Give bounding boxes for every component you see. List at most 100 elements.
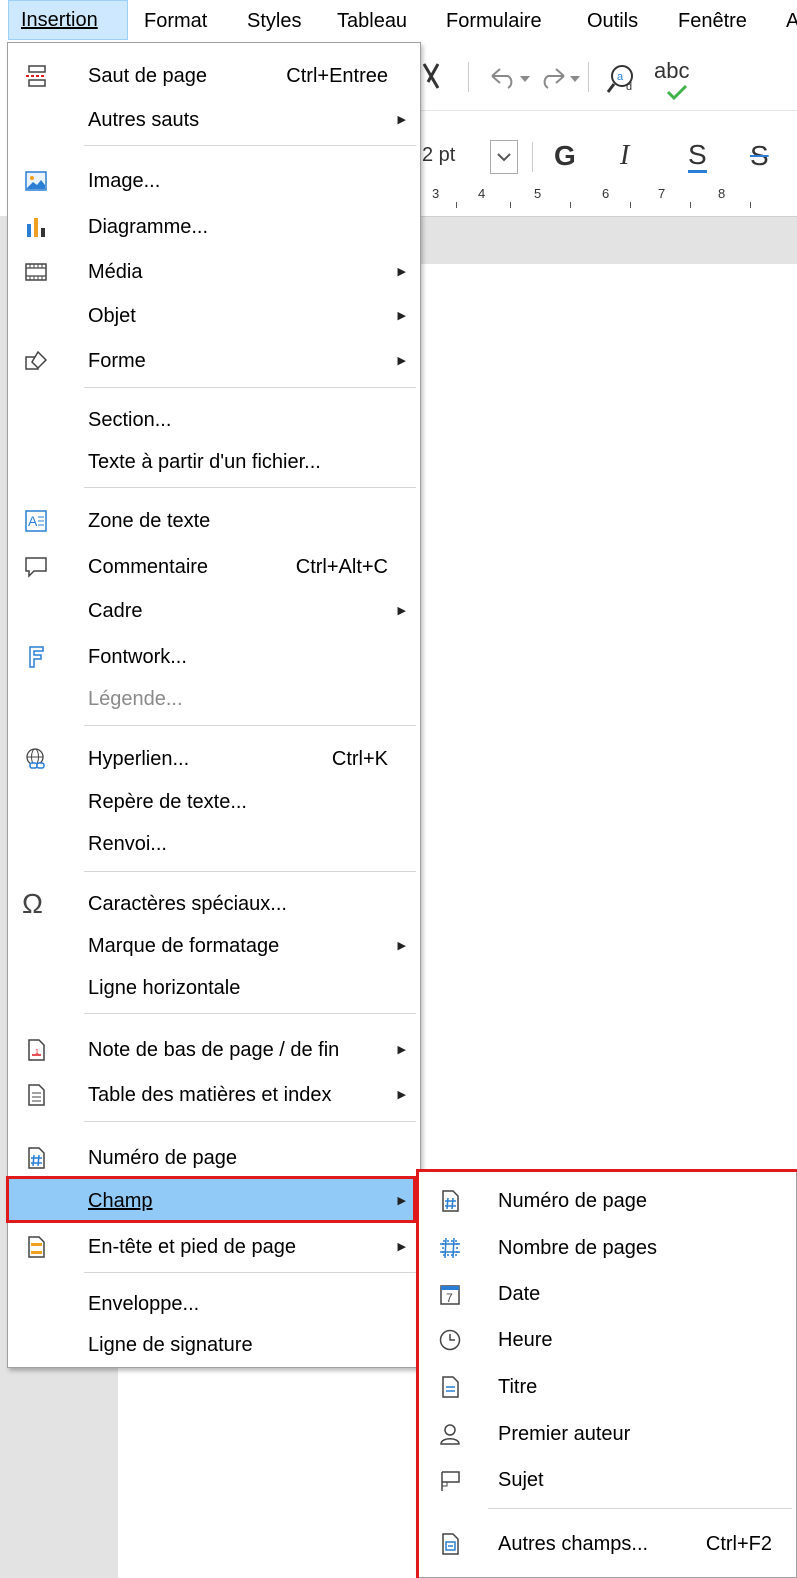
menu-item-label: Texte à partir d'un fichier...	[88, 451, 321, 473]
chevron-down-icon	[497, 153, 511, 162]
submenu-arrow-icon: ▶	[397, 1089, 406, 1101]
menu-item-texte-fichier[interactable]: Texte à partir d'un fichier...	[8, 440, 420, 484]
menu-item-objet[interactable]: Objet ▶	[8, 294, 420, 338]
menu-item-table-des-matieres[interactable]: Table des matières et index ▶	[8, 1073, 420, 1117]
menu-fenetre[interactable]: Fenêtre	[678, 7, 747, 35]
menu-item-zone-de-texte[interactable]: A Zone de texte	[8, 499, 420, 543]
menu-item-label: Nombre de pages	[498, 1237, 657, 1259]
ruler-tick	[570, 202, 571, 208]
menu-item-marque-de-formatage[interactable]: Marque de formatage ▶	[8, 924, 420, 968]
menu-aide[interactable]: A	[786, 7, 797, 35]
menu-item-label: Champ	[88, 1179, 152, 1223]
clone-formatting-icon[interactable]	[420, 60, 442, 92]
menu-item-label: Autres sauts	[88, 109, 200, 131]
menu-item-commentaire[interactable]: Commentaire Ctrl+Alt+C	[8, 545, 420, 589]
menu-item-numero-de-page[interactable]: Numéro de page	[8, 1136, 420, 1180]
submenu-item-date[interactable]: 7 Date	[418, 1272, 796, 1316]
menu-item-ligne-de-signature[interactable]: Ligne de signature	[8, 1323, 420, 1367]
menu-item-label: Hyperlien...	[88, 748, 190, 770]
menu-item-section[interactable]: Section...	[8, 398, 420, 442]
media-icon	[25, 263, 47, 281]
svg-text:a: a	[617, 71, 624, 83]
menu-item-repere-de-texte[interactable]: Repère de texte...	[8, 780, 420, 824]
menu-item-forme[interactable]: Forme ▶	[8, 339, 420, 383]
undo-dropdown-icon[interactable]	[520, 76, 530, 84]
menu-item-caracteres-speciaux[interactable]: Ω Caractères spéciaux...	[8, 882, 420, 926]
undo-icon[interactable]	[488, 66, 518, 90]
submenu-item-heure[interactable]: Heure	[418, 1318, 796, 1362]
menu-formulaire[interactable]: Formulaire	[446, 7, 542, 35]
menu-item-label: Date	[498, 1283, 541, 1305]
menu-item-label: Renvoi...	[88, 833, 167, 855]
menu-item-label: Premier auteur	[498, 1423, 631, 1445]
standard-toolbar: ad abc	[420, 48, 797, 111]
menu-item-label: Marque de formatage	[88, 935, 280, 957]
formatting-toolbar: 2 pt G I S S	[420, 130, 797, 184]
submenu-item-sujet[interactable]: Sujet	[418, 1458, 796, 1502]
strikethrough-button[interactable]: S	[750, 140, 769, 172]
menu-item-autres-sauts[interactable]: Autres sauts ▶	[8, 98, 420, 142]
submenu-arrow-icon: ▶	[397, 605, 406, 617]
ruler-number: 5	[534, 186, 542, 201]
redo-icon[interactable]	[538, 66, 568, 90]
spelling-label[interactable]: abc	[654, 58, 689, 84]
separator	[532, 142, 533, 172]
submenu-item-titre[interactable]: Titre	[418, 1365, 796, 1409]
underline-button[interactable]: S	[688, 140, 707, 173]
ruler-tick	[510, 202, 511, 208]
submenu-item-premier-auteur[interactable]: Premier auteur	[418, 1412, 796, 1456]
menu-format[interactable]: Format	[144, 7, 207, 35]
menu-item-ligne-horizontale[interactable]: Ligne horizontale	[8, 966, 420, 1010]
separator	[588, 62, 589, 92]
menu-item-label: Caractères spéciaux...	[88, 893, 287, 915]
submenu-arrow-icon: ▶	[397, 355, 406, 367]
menu-item-enveloppe[interactable]: Enveloppe...	[8, 1282, 420, 1326]
menu-item-image[interactable]: Image...	[8, 159, 420, 203]
submenu-arrow-icon: ▶	[397, 114, 406, 126]
font-size-dropdown[interactable]	[490, 140, 518, 174]
comment-icon	[25, 557, 47, 578]
menu-separator	[84, 387, 416, 388]
svg-text:1: 1	[35, 1049, 39, 1056]
bold-button[interactable]: G	[554, 140, 576, 172]
menu-item-renvoi[interactable]: Renvoi...	[8, 822, 420, 866]
menu-item-label: Numéro de page	[88, 1147, 237, 1169]
find-replace-icon[interactable]: ad	[606, 62, 638, 94]
menu-item-cadre[interactable]: Cadre ▶	[8, 589, 420, 633]
menu-item-media[interactable]: Média ▶	[8, 250, 420, 294]
menu-item-label: Sujet	[498, 1469, 544, 1491]
menu-insertion-label: Insertion	[21, 9, 98, 31]
svg-text:A: A	[28, 513, 38, 529]
submenu-arrow-icon: ▶	[397, 1241, 406, 1253]
menu-item-fontwork[interactable]: Fontwork...	[8, 635, 420, 679]
redo-dropdown-icon[interactable]	[570, 76, 580, 84]
menu-item-diagramme[interactable]: Diagramme...	[8, 205, 420, 249]
menu-item-champ[interactable]: Champ ▶	[8, 1179, 420, 1223]
submenu-item-numero-de-page[interactable]: Numéro de page	[418, 1179, 796, 1223]
menu-item-en-tete-pied-de-page[interactable]: En-tête et pied de page ▶	[8, 1225, 420, 1269]
text-box-icon: A	[25, 510, 47, 532]
menu-outils[interactable]: Outils	[587, 7, 638, 35]
submenu-arrow-icon: ▶	[397, 1044, 406, 1056]
menu-separator	[84, 1121, 416, 1122]
shortcut-label: Ctrl+Alt+C	[295, 556, 388, 578]
menu-separator	[84, 871, 416, 872]
menu-item-note-bas-de-page[interactable]: 1 Note de bas de page / de fin ▶	[8, 1028, 420, 1072]
ruler-number: 4	[478, 186, 486, 201]
menu-tableau[interactable]: Tableau	[337, 7, 407, 35]
menu-item-saut-de-page[interactable]: Saut de page Ctrl+Entree	[8, 54, 420, 98]
horizontal-ruler[interactable]: 3 4 5 6 7 8	[420, 184, 797, 217]
menu-styles[interactable]: Styles	[247, 7, 301, 35]
menu-item-label: Section...	[88, 409, 172, 431]
font-size-field[interactable]: 2 pt	[422, 144, 455, 167]
submenu-item-autres-champs[interactable]: Autres champs... Ctrl+F2	[418, 1522, 796, 1566]
menu-item-label: Enveloppe...	[88, 1293, 200, 1315]
document-icon	[442, 1376, 459, 1398]
menu-item-label: Diagramme...	[88, 216, 209, 238]
ruler-tick	[690, 202, 691, 208]
submenu-item-nombre-de-pages[interactable]: Nombre de pages	[418, 1226, 796, 1270]
italic-button[interactable]: I	[620, 140, 629, 172]
menu-item-label: Autres champs...	[498, 1533, 649, 1555]
menu-item-hyperlien[interactable]: Hyperlien... Ctrl+K	[8, 737, 420, 781]
menu-insertion[interactable]: Insertion	[8, 0, 128, 40]
